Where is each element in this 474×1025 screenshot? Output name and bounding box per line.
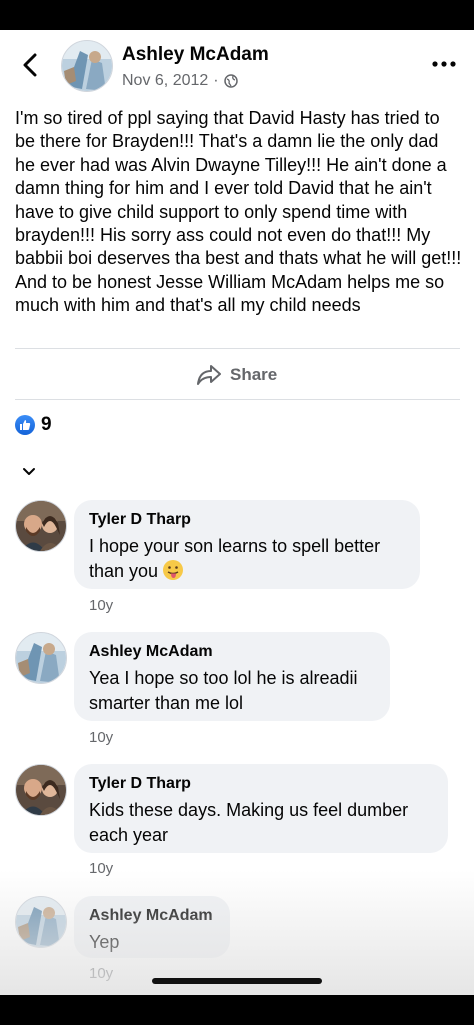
post-date[interactable]: Nov 6, 2012 (122, 72, 208, 90)
post-author-name[interactable]: Ashley McAdam (122, 44, 269, 66)
bottom-bar (0, 995, 474, 1025)
reaction-count: 9 (41, 414, 52, 435)
comment-author[interactable]: Tyler D Tharp (89, 774, 433, 794)
comment-bubble[interactable]: Ashley McAdam Yea I hope so too lol he i… (74, 632, 390, 721)
comment-text: Yea I hope so too lol he is alreadii sma… (89, 668, 358, 713)
back-button[interactable] (14, 46, 46, 84)
home-indicator[interactable] (152, 978, 322, 984)
globe-icon (223, 74, 238, 88)
more-dots-icon (432, 61, 456, 67)
commenter-avatar[interactable] (15, 896, 67, 948)
meta-separator: · (213, 72, 219, 89)
chevron-left-icon (23, 53, 37, 77)
post-text: I'm so tired of ppl saying that David Ha… (15, 108, 462, 316)
comment-time: 10y (89, 860, 114, 877)
comment-text-body: I hope your son learns to spell better t… (89, 536, 381, 581)
commenter-avatar[interactable] (15, 500, 67, 552)
comment-text: Kids these days. Making us feel dumber e… (89, 800, 409, 845)
commenter-avatar[interactable] (15, 632, 67, 684)
comment-time: 10y (89, 729, 114, 746)
comment-author[interactable]: Ashley McAdam (89, 642, 375, 662)
share-label: Share (230, 365, 278, 384)
divider (15, 348, 460, 349)
share-button[interactable]: Share (196, 361, 277, 389)
more-options-button[interactable] (426, 48, 462, 80)
comment-author[interactable]: Ashley McAdam (89, 906, 215, 926)
reaction-summary[interactable]: 9 (15, 414, 52, 436)
comment-author[interactable]: Tyler D Tharp (89, 510, 405, 530)
tongue-out-emoji (163, 560, 184, 580)
like-icon (15, 415, 35, 435)
comment-text: I hope your son learns to spell better t… (89, 534, 405, 584)
comment-bubble[interactable]: Tyler D Tharp I hope your son learns to … (74, 500, 420, 589)
comment-time: 10y (89, 597, 114, 614)
post-meta: Nov 6, 2012 · (122, 72, 238, 90)
author-avatar[interactable] (61, 40, 113, 92)
status-bar (0, 0, 474, 30)
comment-text: Yep (89, 932, 120, 952)
comment-time: 10y (89, 965, 114, 982)
comment-bubble[interactable]: Ashley McAdam Yep (74, 896, 230, 958)
commenter-avatar[interactable] (15, 764, 67, 816)
comment-sort-toggle[interactable] (19, 461, 39, 481)
chevron-down-icon (23, 467, 35, 475)
divider (15, 399, 460, 400)
comment-bubble[interactable]: Tyler D Tharp Kids these days. Making us… (74, 764, 448, 853)
bottom-fade (0, 870, 474, 995)
share-icon (197, 365, 221, 385)
